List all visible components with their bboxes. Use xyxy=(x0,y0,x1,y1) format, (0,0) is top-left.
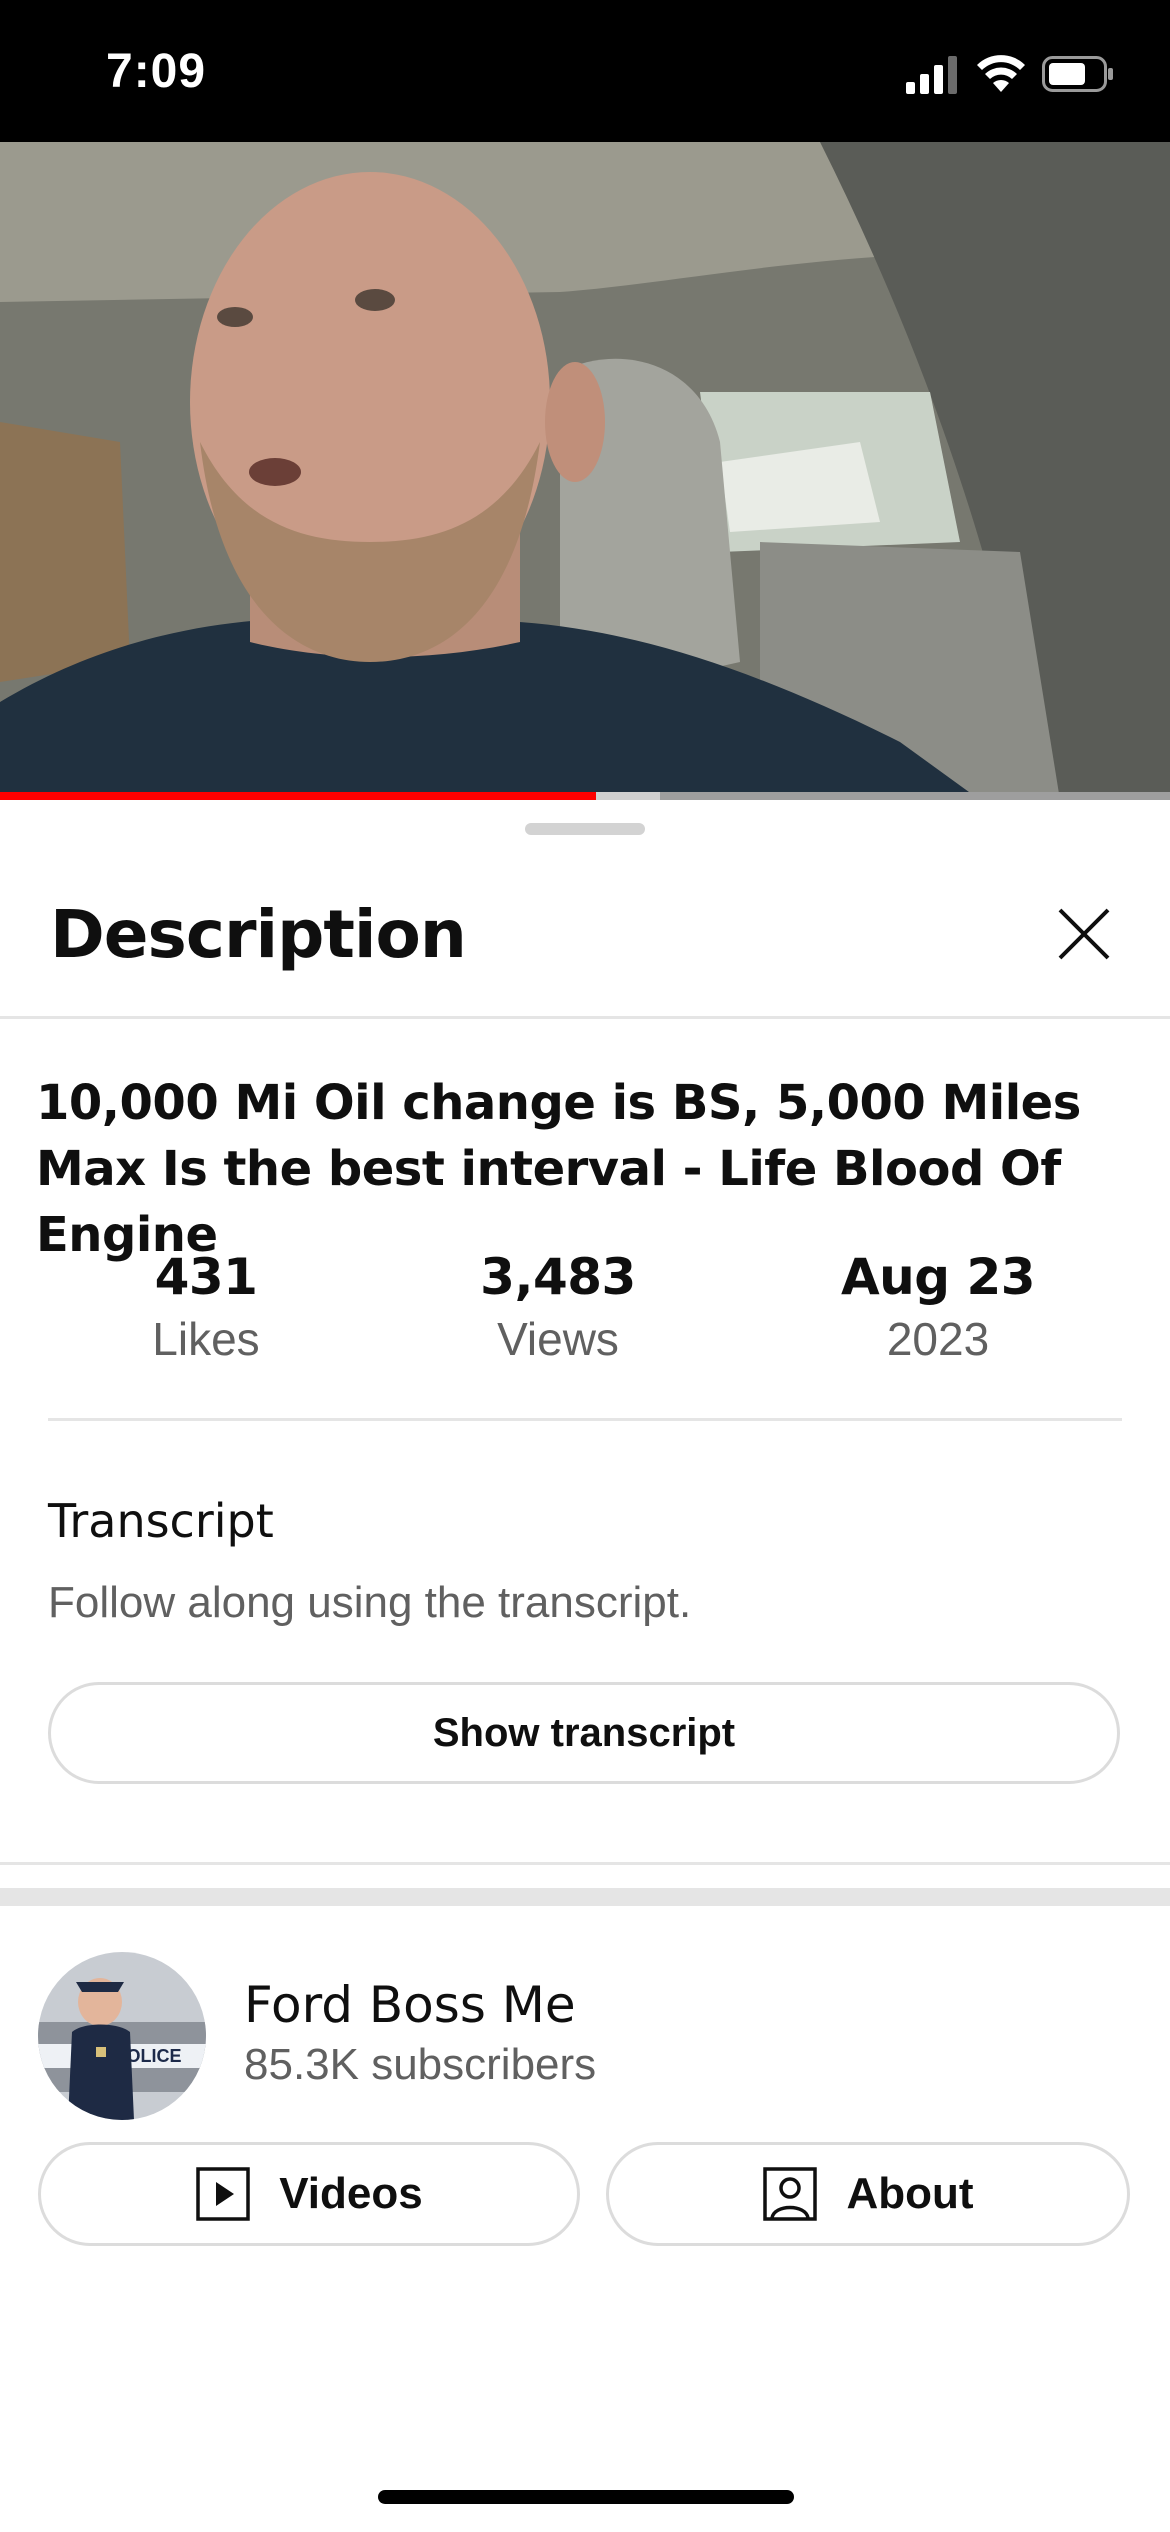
about-button[interactable]: About xyxy=(606,2142,1130,2246)
transcript-title: Transcript xyxy=(48,1494,274,1548)
status-time: 7:09 xyxy=(106,45,207,98)
views-count: 3,483 xyxy=(480,1248,636,1306)
videos-button[interactable]: Videos xyxy=(38,2142,580,2246)
avatar[interactable]: POLICE xyxy=(38,1952,206,2120)
drag-handle[interactable] xyxy=(525,823,645,835)
status-bar: 7:09 xyxy=(0,0,1170,142)
video-frame xyxy=(0,142,1170,800)
transcript-subtitle: Follow along using the transcript. xyxy=(48,1578,692,1627)
channel-avatar-image: POLICE xyxy=(38,1952,206,2120)
videos-label: Videos xyxy=(279,2169,423,2218)
battery-icon xyxy=(1042,56,1113,92)
views-label: Views xyxy=(497,1313,619,1365)
subscriber-count: 85.3K subscribers xyxy=(244,2040,597,2089)
about-label: About xyxy=(846,2169,974,2218)
wifi-icon xyxy=(977,55,1025,92)
show-transcript-button[interactable]: Show transcript xyxy=(48,1682,1120,1784)
likes-label: Likes xyxy=(152,1313,260,1365)
divider xyxy=(0,1016,1170,1019)
divider xyxy=(48,1418,1122,1421)
home-indicator[interactable] xyxy=(378,2490,794,2504)
video-title: 10,000 Mi Oil change is BS, 5,000 Miles … xyxy=(36,1075,1081,1263)
sheet-title: Description xyxy=(50,896,467,973)
upload-year: 2023 xyxy=(886,1313,990,1365)
section-separator xyxy=(0,1888,1170,1906)
stat-date: Aug 23 2023 xyxy=(768,1246,1108,1370)
divider xyxy=(0,1862,1170,1865)
likes-count: 431 xyxy=(154,1248,258,1306)
person-square-icon xyxy=(763,2167,818,2221)
cellular-signal-icon xyxy=(906,56,957,94)
upload-date: Aug 23 xyxy=(840,1248,1036,1306)
play-square-icon xyxy=(196,2167,250,2221)
description-sheet xyxy=(0,800,1170,2532)
close-icon[interactable] xyxy=(1052,902,1116,966)
stat-likes: 431 Likes xyxy=(36,1246,376,1370)
stat-views: 3,483 Views xyxy=(388,1246,728,1370)
video-buffer-bar xyxy=(596,792,660,800)
video-player[interactable] xyxy=(0,142,1170,800)
video-progress-bar[interactable] xyxy=(0,792,596,800)
channel-name[interactable]: Ford Boss Me xyxy=(244,1976,576,2034)
